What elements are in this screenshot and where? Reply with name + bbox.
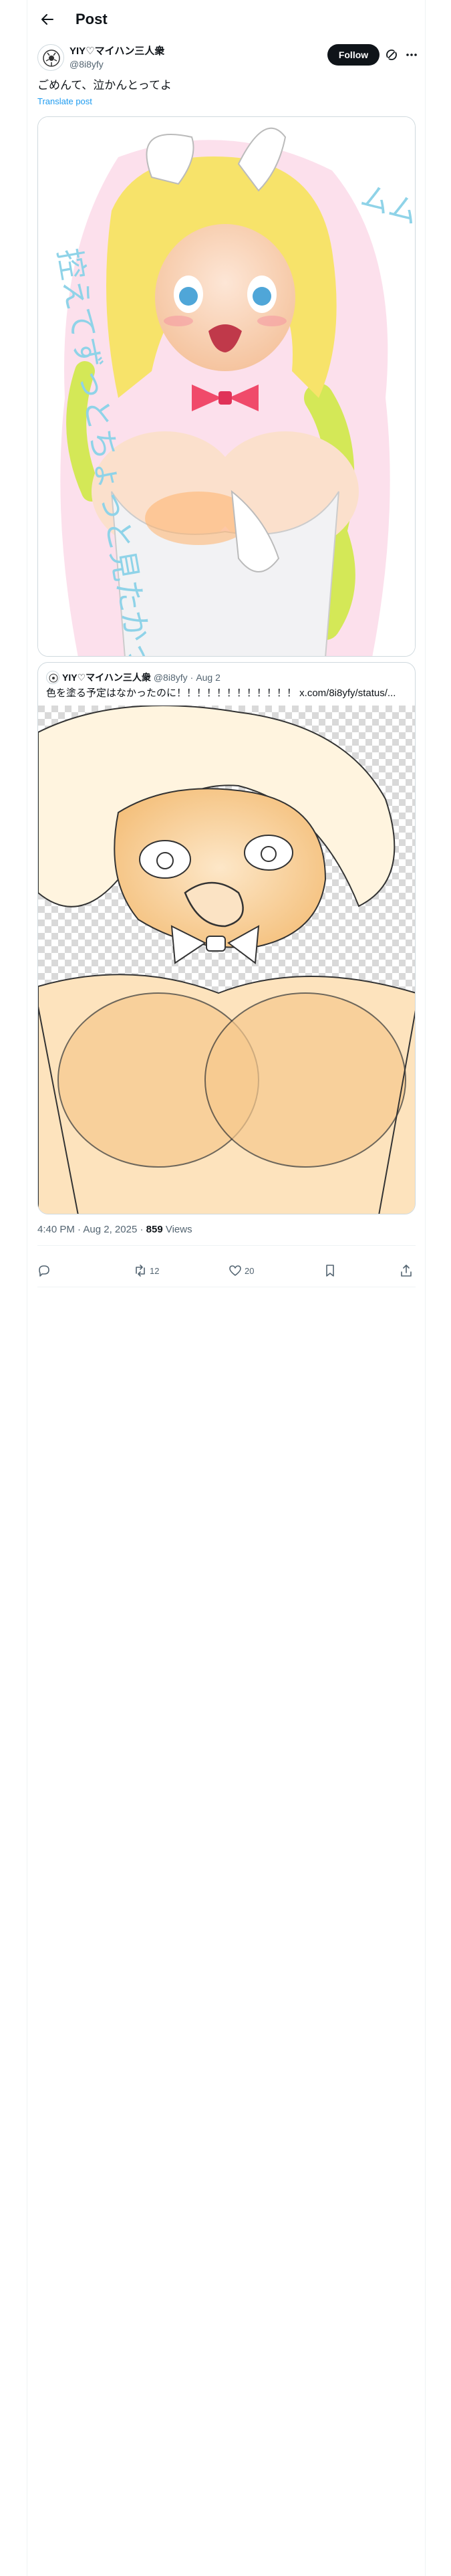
post-date[interactable]: Aug 2, 2025 bbox=[83, 1224, 137, 1235]
back-arrow-icon bbox=[41, 14, 53, 25]
author-handle[interactable]: @8i8yfy bbox=[69, 58, 164, 70]
back-button[interactable] bbox=[35, 7, 59, 31]
more-icon bbox=[406, 53, 417, 56]
quoted-separator: · bbox=[190, 672, 194, 683]
quoted-author-handle: @8i8yfy bbox=[153, 672, 188, 683]
post-illustration: ムムッッッ 控えてずっとちょっと見たかったっッ bbox=[38, 117, 415, 656]
post-image[interactable]: ムムッッッ 控えてずっとちょっと見たかったっッ bbox=[37, 116, 416, 657]
column-border-right bbox=[425, 0, 426, 2576]
translate-post-link[interactable]: Translate post bbox=[37, 96, 92, 106]
quoted-illustration bbox=[38, 705, 415, 1214]
share-button[interactable] bbox=[400, 1263, 413, 1279]
post-time[interactable]: 4:40 PM bbox=[37, 1224, 75, 1235]
more-options-button[interactable] bbox=[404, 47, 420, 63]
views-label: Views bbox=[165, 1224, 192, 1235]
grok-icon bbox=[386, 49, 397, 60]
follow-button[interactable]: Follow bbox=[327, 44, 380, 66]
post-text: ごめんて、泣かんとってよ bbox=[37, 79, 172, 92]
post-author: YIY♡マイハン三人衆 @8i8yfy Follow bbox=[37, 43, 417, 72]
bookmark-icon bbox=[326, 1265, 334, 1277]
quoted-author-name: YIY♡マイハン三人衆 bbox=[62, 672, 151, 683]
quoted-avatar bbox=[46, 671, 59, 684]
quoted-image[interactable] bbox=[38, 705, 415, 1214]
author-name[interactable]: YIY♡マイハン三人衆 bbox=[69, 45, 164, 58]
quoted-post[interactable]: YIY♡マイハン三人衆 @8i8yfy · Aug 2 色を塗る予定はなかったの… bbox=[37, 662, 416, 1214]
top-bar: Post bbox=[27, 0, 425, 39]
quoted-post-header: YIY♡マイハン三人衆 @8i8yfy · Aug 2 bbox=[46, 671, 220, 684]
divider bbox=[37, 1245, 416, 1246]
quoted-date: Aug 2 bbox=[196, 672, 220, 683]
bookmark-button[interactable] bbox=[323, 1263, 337, 1279]
reply-button[interactable] bbox=[37, 1263, 53, 1279]
reply-icon bbox=[39, 1265, 49, 1277]
action-bar: 12 20 bbox=[37, 1255, 416, 1287]
views-count: 859 bbox=[146, 1224, 163, 1235]
post-meta: 4:40 PM · Aug 2, 2025 · 859 Views bbox=[37, 1224, 192, 1235]
like-icon bbox=[229, 1265, 241, 1276]
grok-button[interactable] bbox=[384, 47, 400, 63]
repost-button[interactable]: 12 bbox=[134, 1263, 159, 1279]
repost-icon bbox=[136, 1265, 145, 1277]
meta-separator: · bbox=[140, 1224, 144, 1235]
like-count: 20 bbox=[245, 1265, 255, 1276]
meta-separator: · bbox=[78, 1224, 82, 1235]
repost-count: 12 bbox=[150, 1265, 160, 1276]
quoted-text: 色を塗る予定はなかったのに！！！！！！！！！！！！ x.com/8i8yfy/s… bbox=[46, 687, 396, 699]
avatar[interactable] bbox=[37, 44, 64, 71]
share-icon bbox=[401, 1265, 412, 1277]
like-button[interactable]: 20 bbox=[229, 1263, 254, 1279]
page-title: Post bbox=[76, 11, 108, 27]
